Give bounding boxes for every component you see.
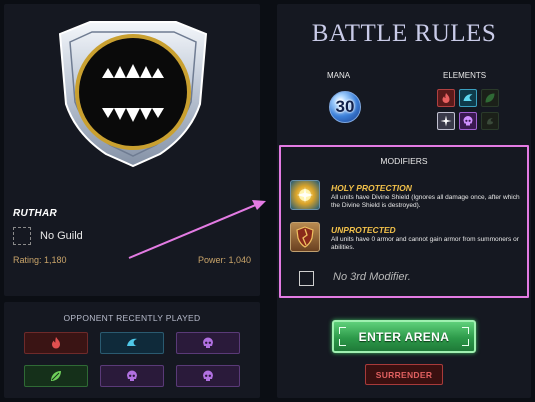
recent-death-button[interactable] <box>176 365 240 387</box>
water-wave-icon <box>127 338 137 346</box>
empty-modifier-checkbox <box>299 271 314 286</box>
empty-modifier-label: No 3rd Modifier. <box>333 271 411 283</box>
skull-icon <box>127 370 137 381</box>
leaf-icon <box>51 371 61 381</box>
holy-protection-icon <box>290 180 320 210</box>
enter-arena-label: ENTER ARENA <box>358 329 450 344</box>
mana-value: 30 <box>335 97 355 116</box>
player-panel: RUTHAR No Guild Rating: 1,180 Power: 1,0… <box>4 4 260 296</box>
surrender-label: SURRENDER <box>375 369 433 380</box>
battle-rules-title: BATTLE RULES <box>311 20 497 47</box>
modifier-title: HOLY PROTECTION <box>331 183 412 193</box>
water-wave-icon <box>463 94 473 101</box>
enter-arena-button[interactable]: ENTER ARENA <box>332 320 476 353</box>
guild-row[interactable]: No Guild <box>13 227 83 245</box>
opponent-recent-panel: OPPONENT RECENTLY PLAYED <box>4 302 260 398</box>
surrender-button[interactable]: SURRENDER <box>365 364 443 385</box>
fire-icon <box>442 93 450 103</box>
dragon-icon <box>487 118 493 125</box>
recent-earth-button[interactable] <box>24 365 88 387</box>
mana-label: MANA <box>327 71 351 80</box>
element-fire <box>437 89 455 107</box>
modifier-description: All units have 0 armor and cannot gain a… <box>331 236 519 251</box>
recent-fire-button[interactable] <box>24 332 88 354</box>
player-name: RUTHAR <box>13 208 58 219</box>
guild-name: No Guild <box>40 230 83 242</box>
leaf-icon <box>485 93 495 103</box>
elements-label: ELEMENTS <box>443 71 487 80</box>
recent-water-button[interactable] <box>100 332 164 354</box>
star-icon <box>440 115 452 127</box>
element-earth-disabled <box>481 89 499 107</box>
recent-death-button[interactable] <box>100 365 164 387</box>
fire-icon <box>52 337 60 349</box>
skull-icon <box>203 337 213 348</box>
modifier-title: UNPROTECTED <box>331 225 396 235</box>
battle-rules-panel: BATTLE RULES MANA ELEMENTS 30 MODIFIERS … <box>277 4 531 398</box>
fanged-mouth-emblem-icon <box>58 21 208 168</box>
element-dragon-disabled <box>481 112 499 130</box>
element-water <box>459 89 477 107</box>
element-death <box>459 112 477 130</box>
element-life <box>437 112 455 130</box>
player-rating: Rating: 1,180 <box>13 255 67 265</box>
broken-shield-icon <box>290 222 320 252</box>
guild-placeholder-icon <box>13 227 31 245</box>
mana-orb: 30 <box>329 91 361 123</box>
skull-icon <box>203 370 213 381</box>
recent-title: OPPONENT RECENTLY PLAYED <box>63 313 201 323</box>
skull-icon <box>463 116 473 126</box>
recent-death-button[interactable] <box>176 332 240 354</box>
modifiers-box: MODIFIERS HOLY PROTECTION All units have… <box>279 145 529 298</box>
modifier-description: All units have Divine Shield (Ignores al… <box>331 194 520 209</box>
modifiers-header: MODIFIERS <box>380 156 428 166</box>
player-power: Power: 1,040 <box>197 255 251 265</box>
